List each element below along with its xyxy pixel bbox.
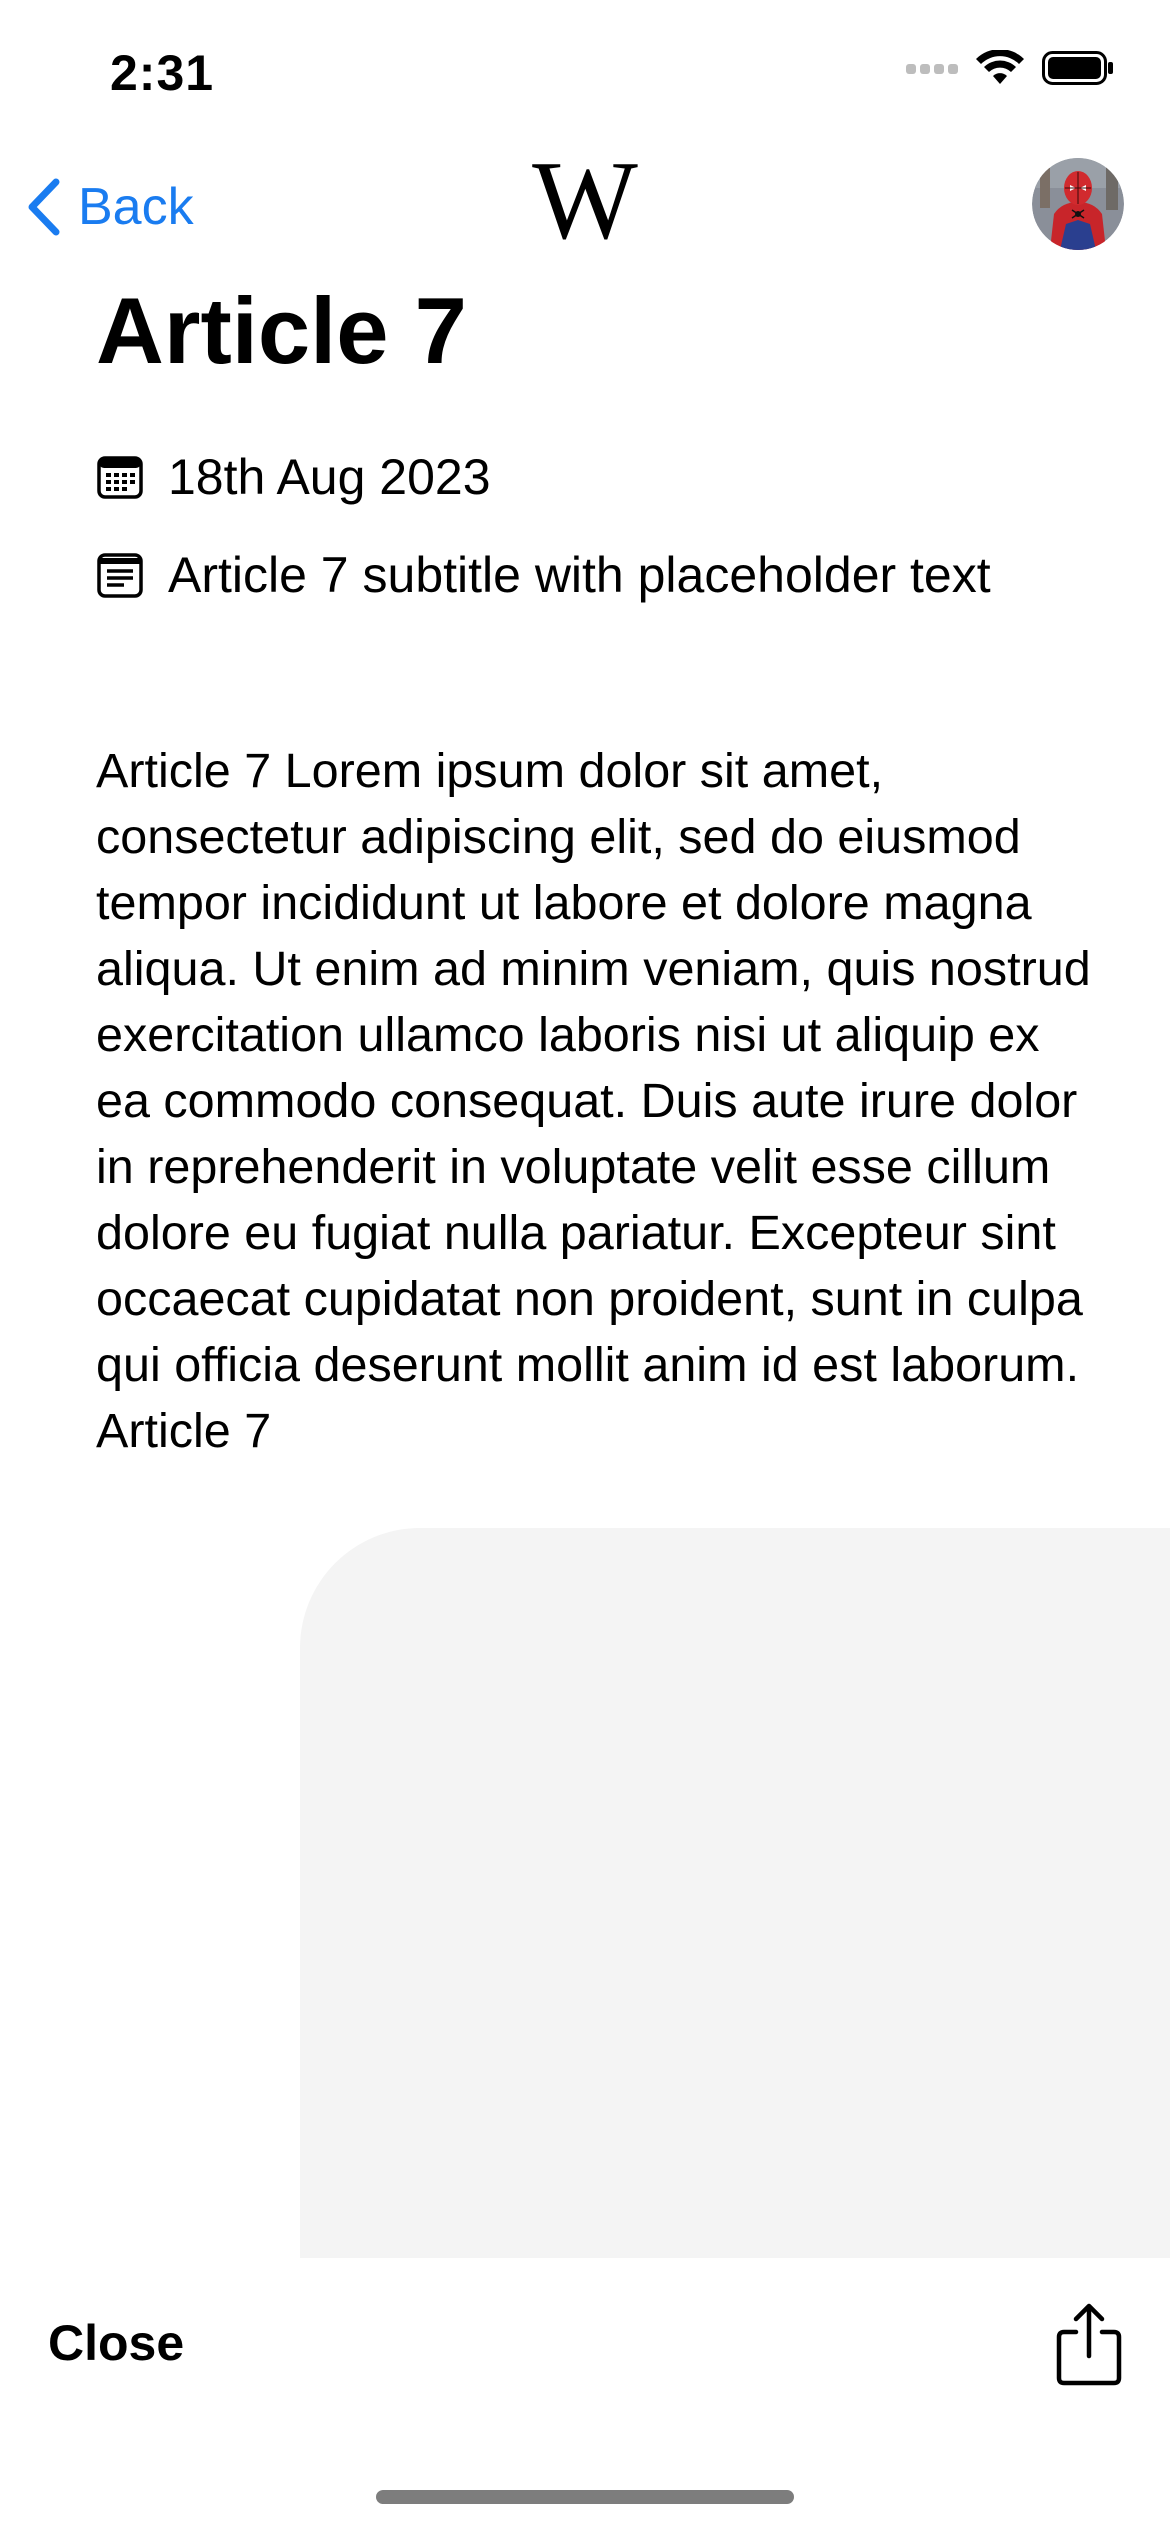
status-time: 2:31 xyxy=(110,45,215,101)
back-button[interactable]: Back xyxy=(24,176,194,238)
status-icons xyxy=(906,50,1114,86)
article-title: Article 7 xyxy=(96,278,467,383)
avatar[interactable] xyxy=(1032,158,1124,250)
chevron-left-icon xyxy=(28,178,60,236)
avatar-image xyxy=(1032,158,1124,250)
image-placeholder-panel xyxy=(300,1528,1170,2258)
article-body: Article 7 Lorem ipsum dolor sit amet, co… xyxy=(96,744,1091,1458)
article-date: 18th Aug 2023 xyxy=(168,449,491,505)
bottom-toolbar: Close xyxy=(0,2258,1170,2458)
close-button[interactable]: Close xyxy=(48,2314,184,2372)
article-subtitle-row: Article 7 subtitle with placeholder text xyxy=(96,546,991,604)
share-icon[interactable] xyxy=(1054,2302,1124,2386)
back-label: Back xyxy=(78,178,194,236)
battery-icon xyxy=(1042,51,1113,85)
cellular-signal-icon xyxy=(906,64,958,74)
logo-letter: W xyxy=(532,140,638,250)
document-text-icon xyxy=(97,553,143,598)
calendar-icon xyxy=(97,456,143,499)
article-date-row: 18th Aug 2023 xyxy=(96,448,491,506)
status-bar: 2:31 xyxy=(0,0,1170,140)
article-subtitle: Article 7 subtitle with placeholder text xyxy=(168,547,991,603)
wikipedia-logo: W xyxy=(532,140,638,250)
wifi-icon xyxy=(976,50,1024,84)
home-indicator[interactable] xyxy=(376,2490,794,2504)
navigation-bar: Back W xyxy=(0,140,1170,280)
